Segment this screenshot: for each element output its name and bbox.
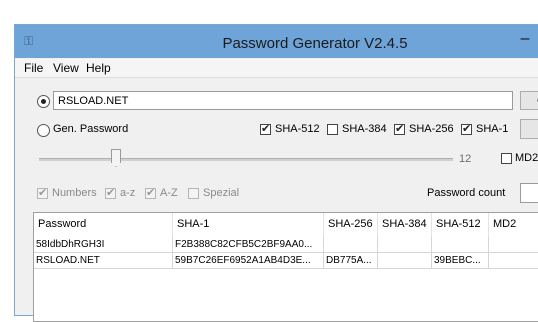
length-slider-track[interactable] [39, 158, 453, 161]
col-header-password[interactable]: Password [34, 213, 173, 237]
menu-bar: File View Help [15, 59, 538, 78]
app-window: ⚿ Password Generator V2.4.5 – File View … [14, 24, 538, 322]
sha512-label: SHA-512 [275, 123, 320, 135]
length-slider-thumb[interactable] [111, 149, 121, 167]
custom-text-input[interactable]: RSLOAD.NET [53, 91, 513, 110]
table-row[interactable]: 58IdbDhRGH3I F2B388C82CFB5C2BF9AA0... [34, 237, 538, 253]
minimize-button[interactable]: – [515, 31, 535, 49]
col-header-md2[interactable]: MD2 [489, 213, 538, 237]
numbers-label: Numbers [52, 187, 97, 199]
special-checkbox[interactable] [188, 188, 199, 199]
results-table: Password SHA-1 SHA-256 SHA-384 SHA-512 M… [33, 212, 538, 322]
cell-sha256 [324, 237, 378, 253]
lowercase-checkbox[interactable] [105, 186, 116, 199]
sha256-label: SHA-256 [409, 123, 454, 135]
cell-md2 [489, 253, 538, 269]
menu-help[interactable]: Help [86, 61, 111, 75]
numbers-checkbox[interactable] [37, 186, 48, 199]
cell-sha1: F2B388C82CFB5C2BF9AA0... [173, 237, 324, 253]
cell-password: RSLOAD.NET [34, 253, 173, 269]
sha1-checkbox[interactable] [461, 122, 472, 135]
cell-sha256: DB775A... [324, 253, 378, 269]
uppercase-label: A-Z [160, 187, 178, 199]
title-bar[interactable]: ⚿ Password Generator V2.4.5 – [15, 25, 538, 58]
sha512-checkbox[interactable] [260, 122, 271, 135]
table-row[interactable]: RSLOAD.NET 59B7C26EF6952A1AB4D3E... DB77… [34, 253, 538, 269]
cell-sha512 [432, 237, 489, 253]
md2-checkbox[interactable] [501, 153, 512, 164]
col-header-sha384[interactable]: SHA-384 [378, 213, 432, 237]
cell-sha384 [378, 253, 432, 269]
password-count-input[interactable] [520, 183, 538, 203]
col-header-sha512[interactable]: SHA-512 [432, 213, 489, 237]
sha256-checkbox[interactable] [394, 122, 405, 135]
sha384-label: SHA-384 [342, 123, 387, 135]
custom-text-radio[interactable] [37, 95, 50, 108]
gen-password-radio[interactable] [37, 124, 50, 137]
sha1-label: SHA-1 [476, 123, 509, 135]
col-header-sha256[interactable]: SHA-256 [324, 213, 378, 237]
cell-sha1: 59B7C26EF6952A1AB4D3E... [173, 253, 324, 269]
cell-sha384 [378, 237, 432, 253]
table-header: Password SHA-1 SHA-256 SHA-384 SHA-512 M… [34, 213, 538, 237]
menu-file[interactable]: File [24, 61, 43, 75]
custom-text-value: RSLOAD.NET [58, 95, 129, 107]
password-count-label: Password count [427, 187, 506, 199]
generate-button[interactable]: C [520, 91, 538, 110]
menu-view[interactable]: View [53, 61, 79, 75]
md2-label: MD2 [515, 152, 538, 164]
cell-sha512: 39BEBC... [432, 253, 489, 269]
uppercase-checkbox[interactable] [145, 186, 156, 199]
gen-password-label: Gen. Password [53, 123, 129, 135]
length-value: 12 [459, 153, 472, 165]
lowercase-label: a-z [120, 187, 136, 199]
col-header-sha1[interactable]: SHA-1 [173, 213, 324, 237]
cell-password: 58IdbDhRGH3I [34, 237, 173, 253]
window-title: Password Generator V2.4.5 [222, 35, 408, 52]
sha384-checkbox[interactable] [327, 124, 338, 135]
copy-button[interactable] [520, 119, 538, 139]
cell-md2 [489, 237, 538, 253]
special-label: Spezial [203, 187, 240, 199]
